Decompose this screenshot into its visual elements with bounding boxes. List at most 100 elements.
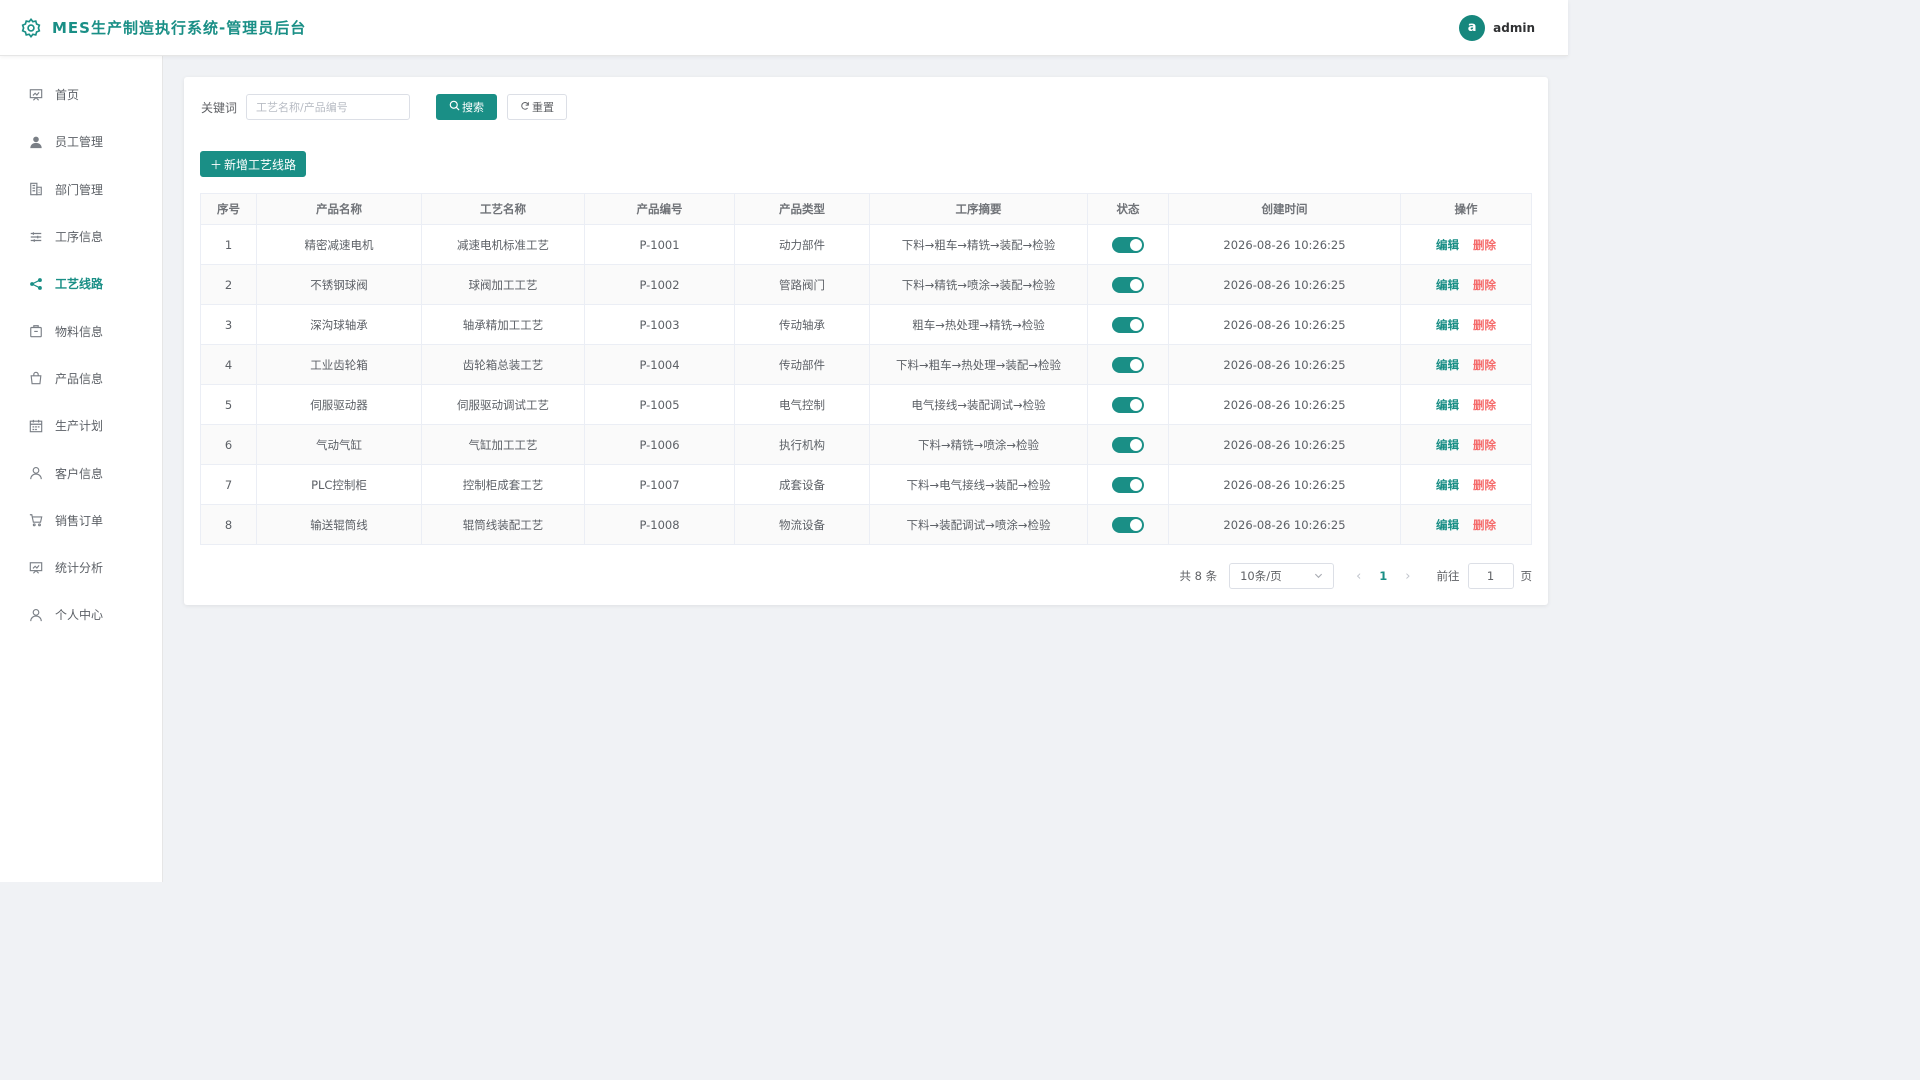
edit-button[interactable]: 编辑 xyxy=(1436,358,1459,372)
product-name: PLC控制柜 xyxy=(256,464,422,505)
product-code: P-1005 xyxy=(584,384,735,425)
edit-button[interactable]: 编辑 xyxy=(1436,438,1459,452)
row-index: 6 xyxy=(200,424,257,465)
process-summary: 下料→精铣→喷涂→检验 xyxy=(869,424,1088,465)
column-header[interactable]: 状态 xyxy=(1087,193,1169,225)
sidebar-item-home[interactable]: 首页 xyxy=(0,71,162,118)
column-header[interactable]: 操作 xyxy=(1400,193,1532,225)
column-header[interactable]: 创建时间 xyxy=(1168,193,1401,225)
status-toggle[interactable] xyxy=(1112,516,1144,533)
goto-page-input[interactable] xyxy=(1467,563,1514,589)
actions-cell: 编辑 删除 xyxy=(1400,424,1532,465)
product-code: P-1006 xyxy=(584,424,735,465)
delete-button[interactable]: 删除 xyxy=(1473,278,1496,292)
sidebar-item-sales-orders[interactable]: 销售订单 xyxy=(0,497,162,544)
page-number-current[interactable]: 1 xyxy=(1379,569,1387,583)
app-title: MES生产制造执行系统-管理员后台 xyxy=(52,19,307,37)
delete-button[interactable]: 删除 xyxy=(1473,358,1496,372)
add-process-route-button[interactable]: ＋ 新增工艺线路 xyxy=(200,151,306,177)
table-row: 2 不锈钢球阀 球阀加工工艺 P-1002 管路阀门 下料→精铣→喷涂→装配→检验 2026… xyxy=(200,264,1532,305)
prev-page-button[interactable]: ‹ xyxy=(1356,569,1361,584)
column-header[interactable]: 工艺名称 xyxy=(421,193,585,225)
created-time: 2026-08-26 10:26:25 xyxy=(1168,464,1401,505)
product-type: 电气控制 xyxy=(734,384,870,425)
delete-button[interactable]: 删除 xyxy=(1473,238,1496,252)
delete-button[interactable]: 删除 xyxy=(1473,438,1496,452)
sidebar-item-materials[interactable]: 物料信息 xyxy=(0,307,162,354)
table-row: 4 工业齿轮箱 齿轮箱总装工艺 P-1004 传动部件 下料→粗车→热处理→装配→检验 20… xyxy=(200,344,1532,385)
gear-icon xyxy=(20,17,42,39)
product-name: 伺服驱动器 xyxy=(256,384,422,425)
row-index: 8 xyxy=(200,504,257,545)
status-cell xyxy=(1087,464,1169,505)
actions-cell: 编辑 删除 xyxy=(1400,344,1532,385)
created-time: 2026-08-26 10:26:25 xyxy=(1168,264,1401,305)
status-toggle[interactable] xyxy=(1112,476,1144,493)
reset-button[interactable]: 重置 xyxy=(507,94,568,120)
user-outline-icon xyxy=(29,466,43,480)
edit-button[interactable]: 编辑 xyxy=(1436,278,1459,292)
sidebar-item-employees[interactable]: 员工管理 xyxy=(0,118,162,165)
product-type: 传动部件 xyxy=(734,344,870,385)
sidebar-item-statistics[interactable]: 统计分析 xyxy=(0,544,162,591)
status-toggle[interactable] xyxy=(1112,396,1144,413)
data-board-icon xyxy=(29,561,43,575)
sidebar-item-products[interactable]: 产品信息 xyxy=(0,355,162,402)
sidebar-item-label: 工序信息 xyxy=(55,230,104,245)
column-header[interactable]: 工序摘要 xyxy=(869,193,1088,225)
page-size-select[interactable]: 10条/页 xyxy=(1229,563,1335,589)
page-suffix: 页 xyxy=(1520,569,1533,583)
column-header[interactable]: 产品编号 xyxy=(584,193,735,225)
shopping-bag-icon xyxy=(29,371,43,385)
shopping-cart-icon xyxy=(29,513,43,527)
sidebar-item-process-routes[interactable]: 工艺线路 xyxy=(0,260,162,307)
delete-button[interactable]: 删除 xyxy=(1473,318,1496,332)
sidebar-item-label: 销售订单 xyxy=(55,513,104,528)
delete-button[interactable]: 删除 xyxy=(1473,478,1496,492)
username[interactable]: admin xyxy=(1493,21,1535,35)
actions-cell: 编辑 删除 xyxy=(1400,264,1532,305)
edit-button[interactable]: 编辑 xyxy=(1436,478,1459,492)
process-summary: 粗车→热处理→精铣→检验 xyxy=(869,304,1088,345)
column-header[interactable]: 产品类型 xyxy=(734,193,870,225)
edit-button[interactable]: 编辑 xyxy=(1436,398,1459,412)
status-cell xyxy=(1087,224,1169,265)
status-toggle[interactable] xyxy=(1112,436,1144,453)
process-name: 辊筒线装配工艺 xyxy=(421,504,585,545)
actions-cell: 编辑 删除 xyxy=(1400,504,1532,545)
search-input[interactable] xyxy=(246,94,411,120)
status-toggle[interactable] xyxy=(1112,316,1144,333)
created-time: 2026-08-26 10:26:25 xyxy=(1168,504,1401,545)
user-outline-icon xyxy=(29,608,43,622)
sidebar-item-label: 客户信息 xyxy=(55,466,104,481)
edit-button[interactable]: 编辑 xyxy=(1436,238,1459,252)
status-toggle[interactable] xyxy=(1112,236,1144,253)
status-cell xyxy=(1087,264,1169,305)
status-toggle[interactable] xyxy=(1112,276,1144,293)
edit-button[interactable]: 编辑 xyxy=(1436,518,1459,532)
search-button[interactable]: 搜索 xyxy=(436,94,498,120)
avatar[interactable]: a xyxy=(1459,14,1486,41)
sidebar-item-profile[interactable]: 个人中心 xyxy=(0,591,162,638)
next-page-button[interactable]: › xyxy=(1405,569,1410,584)
status-cell xyxy=(1087,384,1169,425)
edit-button[interactable]: 编辑 xyxy=(1436,318,1459,332)
delete-button[interactable]: 删除 xyxy=(1473,398,1496,412)
sidebar-item-departments[interactable]: 部门管理 xyxy=(0,166,162,213)
column-header[interactable]: 序号 xyxy=(200,193,257,225)
search-form: 关键词 搜索 重置 xyxy=(201,94,568,120)
sidebar-item-production-plan[interactable]: 生产计划 xyxy=(0,402,162,449)
status-toggle[interactable] xyxy=(1112,356,1144,373)
actions-cell: 编辑 删除 xyxy=(1400,464,1532,505)
sidebar-item-customers[interactable]: 客户信息 xyxy=(0,449,162,496)
process-name: 球阀加工工艺 xyxy=(421,264,585,305)
user-menu[interactable]: a admin xyxy=(1459,14,1535,41)
delete-button[interactable]: 删除 xyxy=(1473,518,1496,532)
sidebar-item-label: 部门管理 xyxy=(55,182,104,197)
column-header[interactable]: 产品名称 xyxy=(256,193,422,225)
sidebar-item-procedures[interactable]: 工序信息 xyxy=(0,213,162,260)
share-icon xyxy=(29,277,43,291)
sidebar-item-label: 工艺线路 xyxy=(55,277,104,292)
product-type: 物流设备 xyxy=(734,504,870,545)
box-icon xyxy=(29,324,43,338)
